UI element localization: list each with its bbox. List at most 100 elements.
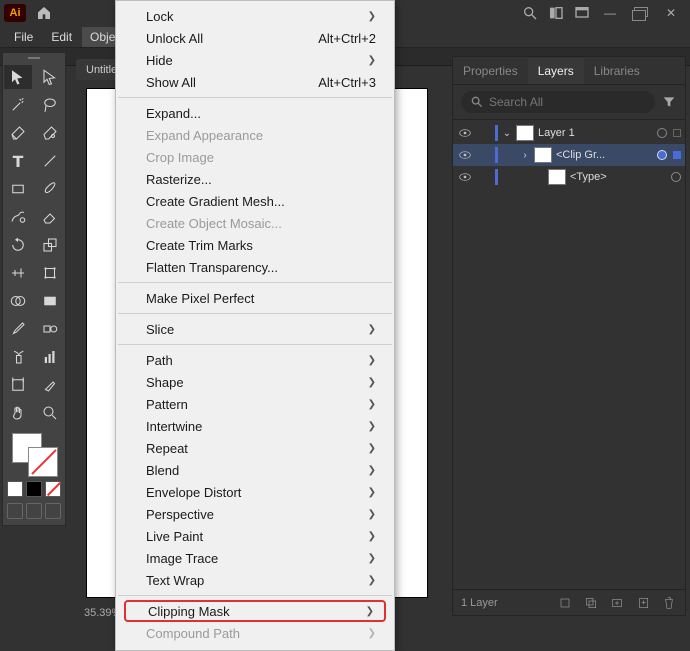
type-tool[interactable]	[4, 149, 32, 173]
lasso-tool[interactable]	[36, 93, 64, 117]
window-close-button[interactable]: ✕	[662, 6, 680, 20]
menu-item[interactable]: Blend❯	[116, 459, 394, 481]
tab-libraries[interactable]: Libraries	[584, 58, 650, 84]
tab-layers[interactable]: Layers	[528, 58, 584, 84]
symbol-sprayer-tool[interactable]	[4, 345, 32, 369]
paintbrush-tool[interactable]	[36, 177, 64, 201]
window-restore-button[interactable]	[630, 6, 652, 20]
menu-item[interactable]: Envelope Distort❯	[116, 481, 394, 503]
submenu-arrow-icon: ❯	[368, 421, 376, 432]
clipping-mask-icon[interactable]	[583, 595, 599, 611]
pen-tool[interactable]	[4, 121, 32, 145]
shape-builder-tool[interactable]	[4, 289, 32, 313]
target-icon[interactable]	[657, 150, 667, 160]
menu-file[interactable]: File	[6, 27, 41, 47]
color-mode-icon[interactable]	[7, 481, 23, 497]
delete-layer-icon[interactable]	[661, 595, 677, 611]
artboard-tool[interactable]	[4, 373, 32, 397]
menu-item[interactable]: Lock❯	[116, 5, 394, 27]
menu-item[interactable]: Repeat❯	[116, 437, 394, 459]
layer-name[interactable]: <Type>	[570, 171, 667, 183]
zoom-tool[interactable]	[36, 401, 64, 425]
direct-selection-tool[interactable]	[36, 65, 64, 89]
eyedropper-tool[interactable]	[4, 317, 32, 341]
disclosure-icon[interactable]: ›	[520, 150, 530, 161]
fill-stroke-swatch[interactable]	[10, 433, 58, 477]
menu-item[interactable]: Live Paint❯	[116, 525, 394, 547]
gradient-tool[interactable]	[36, 289, 64, 313]
layer-row[interactable]: › <Clip Gr...	[453, 144, 685, 166]
target-icon[interactable]	[657, 128, 667, 138]
menu-item[interactable]: Clipping Mask❯	[124, 600, 386, 622]
menu-item[interactable]: Create Gradient Mesh...	[116, 190, 394, 212]
menu-item-label: Perspective	[146, 507, 214, 522]
locate-object-icon[interactable]	[557, 595, 573, 611]
menu-item[interactable]: Shape❯	[116, 371, 394, 393]
new-layer-icon[interactable]	[635, 595, 651, 611]
menu-item[interactable]: Create Trim Marks	[116, 234, 394, 256]
visibility-icon[interactable]	[457, 125, 473, 141]
menu-item[interactable]: Text Wrap ❯	[116, 569, 394, 591]
submenu-arrow-icon: ❯	[368, 575, 376, 586]
hand-tool[interactable]	[4, 401, 32, 425]
draw-behind-icon[interactable]	[26, 503, 42, 519]
draw-normal-icon[interactable]	[7, 503, 23, 519]
visibility-icon[interactable]	[457, 169, 473, 185]
search-icon[interactable]	[522, 5, 538, 21]
menu-item-label: Expand Appearance	[146, 128, 263, 143]
menu-item: Expand Appearance	[116, 124, 394, 146]
eraser-tool[interactable]	[36, 205, 64, 229]
column-graph-tool[interactable]	[36, 345, 64, 369]
menu-item[interactable]: Perspective❯	[116, 503, 394, 525]
rectangle-tool[interactable]	[4, 177, 32, 201]
layer-row[interactable]: <Type>	[453, 166, 685, 188]
menu-item[interactable]: Path❯	[116, 349, 394, 371]
target-icon[interactable]	[671, 172, 681, 182]
arrange-docs-icon[interactable]	[548, 5, 564, 21]
menu-item[interactable]: Expand...	[116, 102, 394, 124]
filter-icon[interactable]	[661, 94, 677, 110]
menu-item[interactable]: Hide❯	[116, 49, 394, 71]
menu-item[interactable]: Unlock AllAlt+Ctrl+2	[116, 27, 394, 49]
search-icon	[469, 94, 485, 110]
width-tool[interactable]	[4, 261, 32, 285]
layers-search-input[interactable]: Search All	[461, 91, 655, 113]
submenu-arrow-icon: ❯	[368, 324, 376, 335]
menu-item[interactable]: Image Trace❯	[116, 547, 394, 569]
layer-row[interactable]: ⌄ Layer 1	[453, 122, 685, 144]
menu-item[interactable]: Rasterize...	[116, 168, 394, 190]
free-transform-tool[interactable]	[36, 261, 64, 285]
home-icon[interactable]	[36, 5, 52, 21]
slice-tool[interactable]	[36, 373, 64, 397]
none-mode-icon[interactable]	[45, 481, 61, 497]
line-tool[interactable]	[36, 149, 64, 173]
menu-item[interactable]: Slice❯	[116, 318, 394, 340]
blend-tool[interactable]	[36, 317, 64, 341]
gradient-mode-icon[interactable]	[26, 481, 42, 497]
magic-wand-tool[interactable]	[4, 93, 32, 117]
menu-item[interactable]: Flatten Transparency...	[116, 256, 394, 278]
shaper-tool[interactable]	[4, 205, 32, 229]
menu-item[interactable]: Pattern❯	[116, 393, 394, 415]
rotate-tool[interactable]	[4, 233, 32, 257]
menu-item[interactable]: Show AllAlt+Ctrl+3	[116, 71, 394, 93]
tab-properties[interactable]: Properties	[453, 58, 528, 84]
selection-tool[interactable]	[4, 65, 32, 89]
menu-item-label: Text Wrap	[146, 573, 204, 588]
layer-name[interactable]: <Clip Gr...	[556, 149, 653, 161]
workspace-icon[interactable]	[574, 5, 590, 21]
scale-tool[interactable]	[36, 233, 64, 257]
menu-item[interactable]: Make Pixel Perfect	[116, 287, 394, 309]
draw-inside-icon[interactable]	[45, 503, 61, 519]
menu-item[interactable]: Intertwine ❯	[116, 415, 394, 437]
layer-name[interactable]: Layer 1	[538, 127, 653, 139]
window-minimize-button[interactable]: —	[600, 6, 620, 20]
panel-grip[interactable]	[17, 57, 51, 61]
menu-item-label: Rasterize...	[146, 172, 212, 187]
disclosure-icon[interactable]: ⌄	[502, 128, 512, 139]
new-sublayer-icon[interactable]	[609, 595, 625, 611]
menu-edit[interactable]: Edit	[43, 27, 80, 47]
visibility-icon[interactable]	[457, 147, 473, 163]
curvature-tool[interactable]	[36, 121, 64, 145]
menu-item-label: Intertwine	[146, 419, 202, 434]
